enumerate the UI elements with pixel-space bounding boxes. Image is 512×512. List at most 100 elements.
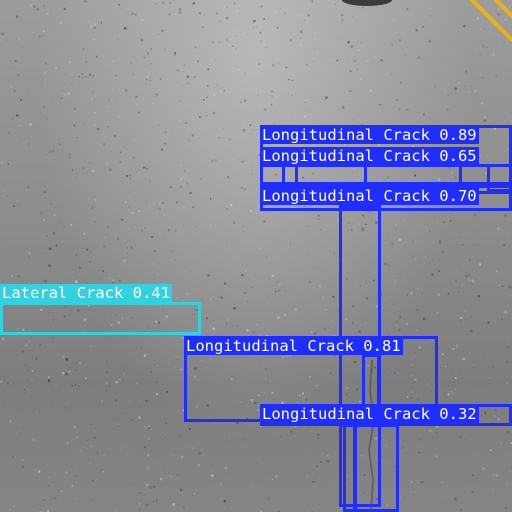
asphalt-speck [84,0,87,3]
asphalt-speck [205,123,208,126]
asphalt-speck [213,93,216,96]
asphalt-speck [485,81,487,84]
asphalt-speck [135,95,138,98]
asphalt-speck [427,92,429,95]
asphalt-speck [341,19,344,22]
asphalt-speck [235,48,237,50]
asphalt-speck [500,442,503,445]
asphalt-speck [31,369,34,372]
asphalt-speck [304,115,307,118]
asphalt-speck [428,262,430,264]
asphalt-speck [218,137,220,139]
asphalt-speck [19,125,21,127]
asphalt-speck [507,218,511,222]
asphalt-speck [230,83,233,86]
asphalt-speck [387,250,389,252]
asphalt-speck [241,160,244,163]
asphalt-speck [133,63,136,66]
asphalt-speck [504,214,507,217]
asphalt-speck [112,60,115,63]
asphalt-speck [69,233,72,236]
asphalt-speck [211,467,213,470]
asphalt-speck [16,199,18,201]
asphalt-speck [197,156,199,158]
asphalt-speck [450,93,453,95]
asphalt-speck [3,388,6,391]
asphalt-speck [165,422,167,424]
asphalt-speck [258,63,260,65]
asphalt-speck [21,458,24,461]
asphalt-speck [89,162,91,164]
asphalt-speck [317,437,320,440]
asphalt-speck [423,113,425,116]
asphalt-speck [128,400,131,402]
asphalt-speck [127,247,129,249]
asphalt-speck [59,250,61,253]
asphalt-speck [105,389,107,392]
asphalt-speck [141,229,143,232]
asphalt-speck [246,4,249,7]
asphalt-speck [495,270,498,273]
asphalt-speck [460,509,462,511]
asphalt-speck [273,211,276,214]
asphalt-speck [451,391,453,393]
asphalt-speck [412,240,414,243]
asphalt-speck [169,2,172,5]
asphalt-speck [123,259,126,262]
asphalt-speck [170,250,173,253]
asphalt-speck [384,262,387,266]
asphalt-speck [238,69,240,71]
asphalt-speck [178,116,181,119]
asphalt-speck [1,141,3,143]
asphalt-speck [251,287,253,289]
asphalt-speck [227,476,230,478]
asphalt-speck [44,279,47,283]
asphalt-speck [406,294,408,296]
asphalt-speck [61,372,65,375]
asphalt-speck [304,102,306,104]
asphalt-speck [413,503,416,506]
asphalt-speck [106,360,109,362]
asphalt-speck [429,429,432,432]
asphalt-speck [442,353,444,355]
asphalt-speck [126,175,129,178]
asphalt-speck [76,436,78,438]
asphalt-speck [504,0,507,3]
asphalt-speck [270,103,273,106]
asphalt-speck [90,424,92,426]
asphalt-speck [452,241,455,243]
asphalt-speck [44,72,47,75]
asphalt-speck [55,63,57,66]
asphalt-speck [46,24,48,26]
asphalt-speck [9,420,12,423]
asphalt-speck [416,309,419,311]
asphalt-speck [479,263,481,266]
asphalt-speck [455,457,458,460]
asphalt-speck [111,87,115,90]
asphalt-speck [28,251,31,254]
asphalt-speck [68,61,71,64]
asphalt-speck [129,62,132,65]
asphalt-speck [396,98,399,101]
asphalt-speck [136,171,138,173]
asphalt-speck [268,278,270,280]
asphalt-speck [504,217,506,219]
asphalt-speck [290,116,293,118]
asphalt-speck [225,38,228,42]
asphalt-speck [475,476,478,479]
asphalt-speck [273,11,276,13]
asphalt-speck [232,45,234,47]
asphalt-speck [205,114,208,117]
asphalt-speck [189,192,192,194]
asphalt-speck [482,467,485,470]
asphalt-speck [395,224,397,226]
asphalt-speck [117,423,119,425]
asphalt-speck [92,382,94,385]
asphalt-speck [120,431,123,433]
asphalt-speck [154,446,156,448]
asphalt-speck [50,398,54,402]
asphalt-speck [221,70,223,72]
asphalt-speck [235,443,237,445]
asphalt-speck [119,378,121,381]
asphalt-speck [210,198,212,200]
